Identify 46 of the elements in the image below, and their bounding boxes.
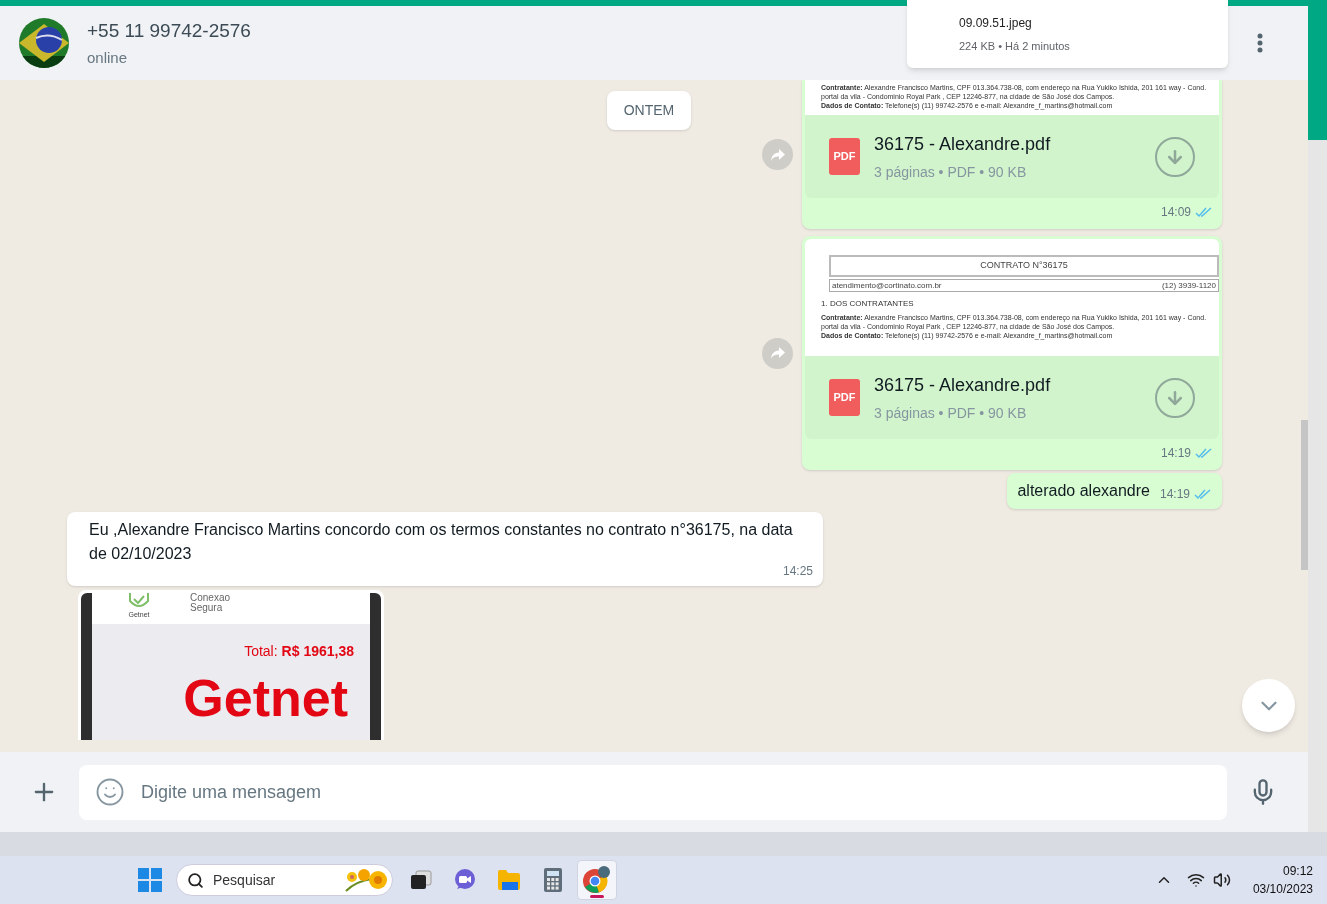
menu-icon — [1257, 33, 1263, 53]
message-time: 14:09 — [1160, 204, 1191, 221]
total-label: Total: — [244, 642, 278, 661]
message-text: Eu ,Alexandre Francisco Martins concordo com os termos constantes no contrato n°36175, na data de 02/10/2023 — [89, 520, 794, 564]
file-card[interactable]: PDF 36175 - Alexandre.pdf 3 páginas • PDF • 90 KB — [805, 356, 1219, 439]
message-text: alterado alexandre — [1017, 481, 1150, 501]
contact-status: online — [87, 48, 128, 68]
file-card[interactable]: PDF 36175 - Alexandre.pdf 3 páginas • PDF • 90 KB — [805, 115, 1219, 198]
scrollbar-thumb[interactable] — [1301, 420, 1308, 570]
emoji-icon[interactable] — [95, 777, 125, 807]
taskbar-search[interactable]: Pesquisar — [176, 864, 393, 896]
document-section: 1. DOS CONTRATANTES — [821, 299, 1209, 308]
file-details: 3 páginas • PDF • 90 KB — [874, 162, 1028, 182]
file-name: 36175 - Alexandre.pdf — [874, 373, 1052, 397]
file-name: 36175 - Alexandre.pdf — [874, 132, 1052, 156]
contact-name[interactable]: +55 11 99742-2576 — [87, 16, 251, 45]
search-label: Pesquisar — [213, 870, 277, 890]
windows-start-icon[interactable] — [138, 868, 162, 892]
clock-date[interactable]: 03/10/2023 — [1252, 880, 1313, 898]
clock-time[interactable]: 09:12 — [1282, 862, 1313, 880]
forward-arrow-icon — [769, 346, 786, 360]
task-view-icon — [410, 870, 432, 890]
message-time: 14:19 — [1160, 445, 1191, 462]
pdf-file-icon: PDF — [829, 138, 860, 175]
video-chat-icon — [453, 868, 477, 892]
brand-logo: Getnet — [183, 670, 348, 726]
download-details: 224 KB • Há 2 minutos — [959, 38, 1071, 54]
speaker-icon[interactable] — [1213, 871, 1231, 889]
wifi-icon[interactable] — [1187, 871, 1205, 889]
document-phone: (12) 3939-1120 — [1161, 281, 1216, 290]
date-chip: ONTEM — [607, 91, 691, 130]
folder-icon — [497, 869, 521, 891]
total-value: R$ 1961,38 — [281, 642, 354, 661]
file-details: 3 páginas • PDF • 90 KB — [874, 403, 1028, 423]
message-time: 14:19 — [1159, 486, 1190, 503]
document-title: CONTRATO N°36175 — [829, 255, 1219, 277]
message-field[interactable]: Digite uma mensagem — [79, 764, 1227, 820]
search-icon — [187, 871, 204, 889]
pdf-file-icon: PDF — [829, 379, 860, 416]
secure-connection-label: Conexao Segura — [190, 593, 232, 613]
forward-arrow-icon — [769, 147, 786, 162]
download-file-name[interactable]: 09.09.51.jpeg — [959, 13, 1228, 32]
browser-icon — [582, 866, 612, 894]
document-email: atendimento@cortinato.com.br — [832, 281, 942, 290]
calculator-icon — [544, 868, 562, 892]
message-time: 14:25 — [782, 563, 813, 580]
